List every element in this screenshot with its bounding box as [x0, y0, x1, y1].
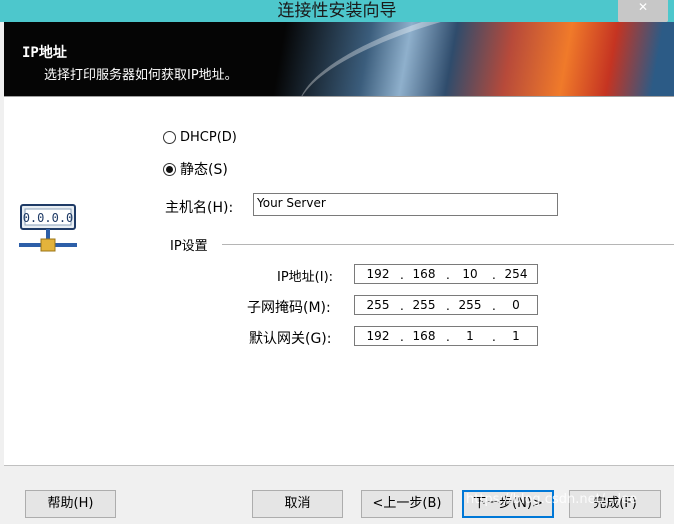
- mask-octet-1[interactable]: 255: [358, 298, 398, 312]
- watermark-text: https://blog.csdn.net/...lee: [466, 492, 638, 507]
- ip-settings-group-divider: [222, 244, 674, 245]
- hostname-label: 主机名(H):: [165, 200, 234, 216]
- back-button[interactable]: <上一步(B): [361, 490, 453, 518]
- mask-octet-3[interactable]: 255: [450, 298, 490, 312]
- header-title: IP地址: [22, 45, 67, 61]
- gateway-octet-2[interactable]: 168: [404, 329, 444, 343]
- svg-text:0.0.0.0: 0.0.0.0: [23, 211, 74, 225]
- mask-octet-4[interactable]: 0: [496, 298, 536, 312]
- static-radio-indicator[interactable]: [163, 162, 176, 176]
- hostname-input[interactable]: Your Server: [253, 193, 558, 216]
- gateway-octet-4[interactable]: 1: [496, 329, 536, 343]
- footer-divider: [4, 465, 674, 466]
- gateway-input[interactable]: 192 . 168 . 1 . 1: [354, 326, 538, 346]
- help-button[interactable]: 帮助(H): [25, 490, 116, 518]
- ip-octet-2[interactable]: 168: [404, 267, 444, 281]
- hostname-value: Your Server: [257, 196, 326, 210]
- static-radio[interactable]: 静态(S): [163, 159, 228, 179]
- dhcp-radio[interactable]: DHCP(D): [163, 130, 237, 145]
- ip-octet-1[interactable]: 192: [358, 267, 398, 281]
- ip-octet-4[interactable]: 254: [496, 267, 536, 281]
- gateway-label: 默认网关(G):: [249, 331, 332, 347]
- gateway-octet-3[interactable]: 1: [450, 329, 490, 343]
- ip-settings-group-label: IP设置: [170, 239, 208, 254]
- gateway-octet-1[interactable]: 192: [358, 329, 398, 343]
- mask-octet-2[interactable]: 255: [404, 298, 444, 312]
- subnet-mask-input[interactable]: 255 . 255 . 255 . 0: [354, 295, 538, 315]
- close-button[interactable]: ✕: [618, 0, 668, 22]
- wizard-content: 0.0.0.0 DHCP(D) 静态(S) 主机名(H): Your Serve…: [4, 97, 674, 465]
- subnet-mask-label: 子网掩码(M):: [247, 300, 331, 316]
- window-title: 连接性安装向导: [277, 1, 397, 21]
- ip-address-label: IP地址(I):: [277, 270, 334, 285]
- static-radio-label: 静态(S): [180, 162, 228, 178]
- wizard-header: IP地址 选择打印服务器如何获取IP地址。: [4, 22, 674, 96]
- dhcp-radio-label: DHCP(D): [180, 130, 237, 145]
- cancel-button[interactable]: 取消: [252, 490, 343, 518]
- network-ip-icon: 0.0.0.0: [19, 204, 77, 252]
- ip-address-input[interactable]: 192 . 168 . 10 . 254: [354, 264, 538, 284]
- header-subtitle: 选择打印服务器如何获取IP地址。: [44, 68, 238, 83]
- dhcp-radio-indicator[interactable]: [163, 131, 176, 144]
- title-bar: 连接性安装向导 ✕: [0, 0, 674, 22]
- ip-octet-3[interactable]: 10: [450, 267, 490, 281]
- close-icon: ✕: [637, 0, 649, 14]
